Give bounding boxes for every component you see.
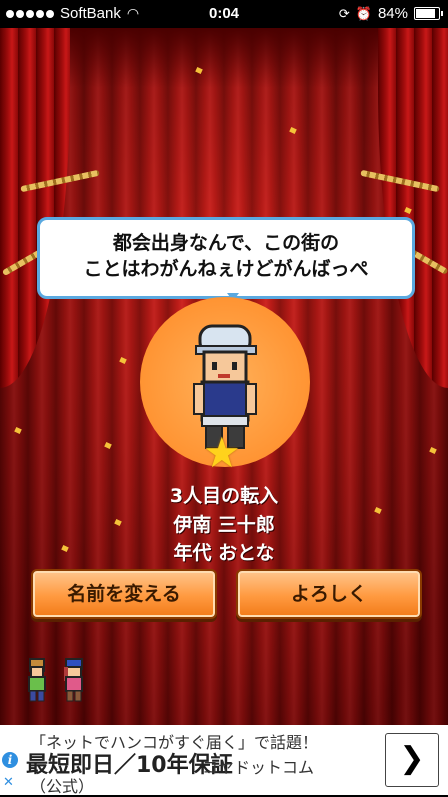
mini-character-girl bbox=[64, 658, 83, 702]
ad-close-icon[interactable]: ✕ bbox=[3, 775, 14, 790]
status-bar: SoftBank ◠ 0:04 ⟳ ⏰ 84% bbox=[0, 0, 448, 28]
right-curtain-drape bbox=[378, 28, 448, 388]
change-name-button[interactable]: 名前を変える bbox=[33, 571, 215, 617]
resident-name: 伊南 三十郎 bbox=[173, 514, 275, 536]
mini-character-boy bbox=[28, 658, 46, 702]
dialog-text: 都会出身なんで、この街の ことはわがんねぇけどがんばっぺ bbox=[83, 232, 369, 280]
left-curtain-drape bbox=[0, 28, 70, 388]
resident-age: 年代 おとな bbox=[173, 542, 275, 564]
ad-open-button[interactable]: ❯ bbox=[385, 733, 439, 787]
confetti bbox=[104, 441, 112, 450]
confetti bbox=[119, 356, 127, 365]
ad-official: （公式） bbox=[30, 777, 95, 796]
confetti bbox=[289, 126, 297, 135]
battery-percent: 84% bbox=[377, 5, 408, 22]
battery-icon bbox=[414, 7, 443, 20]
arrival-order: 3人目の転入 bbox=[169, 485, 279, 507]
speech-bubble: 都会出身なんで、この街の ことはわがんねぇけどがんばっぺ bbox=[37, 217, 415, 299]
lock-rotation-icon: ⟳ bbox=[338, 5, 350, 21]
confetti bbox=[14, 426, 22, 435]
ad-banner[interactable]: i ✕ 「ネットでハンコがすぐ届く」で話題！ 最短即日／10年保証 コヤドットコ… bbox=[0, 725, 448, 796]
confirm-button[interactable]: よろしく bbox=[238, 571, 420, 617]
ad-brand: コヤドットコム bbox=[202, 758, 315, 777]
alarm-icon: ⏰ bbox=[355, 5, 372, 21]
confetti bbox=[429, 446, 437, 455]
star-icon: ★ bbox=[203, 428, 241, 477]
ad-info-icon[interactable]: i bbox=[2, 752, 18, 768]
